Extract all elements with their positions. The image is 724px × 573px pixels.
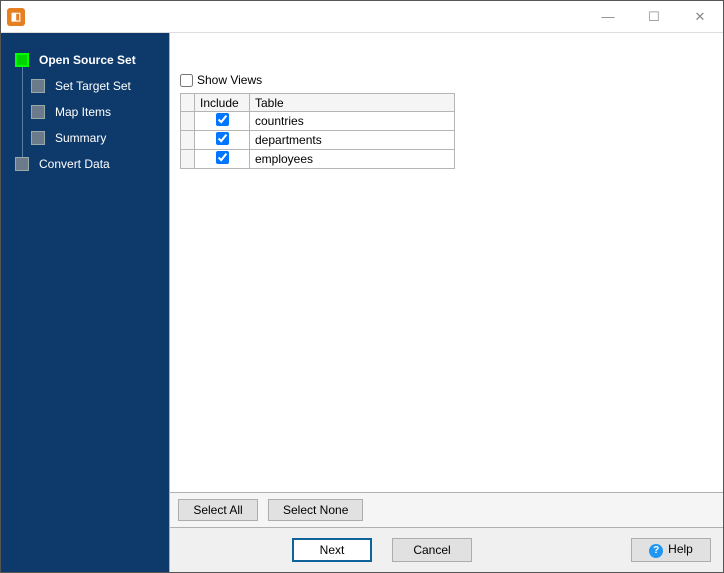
row-header-blank: [181, 94, 195, 112]
minimize-button[interactable]: —: [585, 1, 631, 33]
step-marker-icon: [15, 157, 29, 171]
row-selector[interactable]: [181, 112, 195, 131]
tables-grid: Include Table countries: [180, 93, 455, 169]
table-header-row: Include Table: [181, 94, 455, 112]
col-include: Include: [195, 94, 250, 112]
show-views-input[interactable]: [180, 74, 193, 87]
next-button[interactable]: Next: [292, 538, 372, 562]
include-checkbox[interactable]: [216, 151, 229, 164]
wizard-button-bar: Next Cancel Help: [170, 527, 723, 572]
table-name-cell[interactable]: departments: [250, 131, 455, 150]
step-marker-icon: [31, 131, 45, 145]
step-marker-icon: [15, 53, 29, 67]
main-panel: Show Views Include Table: [169, 33, 723, 572]
step-set-target-set[interactable]: Set Target Set: [1, 73, 169, 99]
spacer: [492, 538, 611, 562]
window-buttons: — ☐ ✕: [585, 1, 723, 33]
table-row: departments: [181, 131, 455, 150]
show-views-checkbox[interactable]: Show Views: [180, 73, 713, 87]
include-cell[interactable]: [195, 150, 250, 169]
select-none-button[interactable]: Select None: [268, 499, 363, 521]
spacer: [182, 538, 272, 562]
table-name-cell[interactable]: employees: [250, 150, 455, 169]
include-checkbox[interactable]: [216, 132, 229, 145]
app-icon: ◧: [7, 8, 25, 26]
step-marker-icon: [31, 105, 45, 119]
step-list: Open Source Set Set Target Set Map Items…: [1, 47, 169, 177]
include-checkbox[interactable]: [216, 113, 229, 126]
selection-bar: Select All Select None: [170, 492, 723, 527]
step-label: Convert Data: [39, 157, 110, 171]
show-views-label: Show Views: [197, 73, 262, 87]
include-cell[interactable]: [195, 131, 250, 150]
step-marker-icon: [31, 79, 45, 93]
body: Open Source Set Set Target Set Map Items…: [1, 33, 723, 572]
select-all-button[interactable]: Select All: [178, 499, 258, 521]
wizard-sidebar: Open Source Set Set Target Set Map Items…: [1, 33, 169, 572]
col-table: Table: [250, 94, 455, 112]
row-selector[interactable]: [181, 150, 195, 169]
include-cell[interactable]: [195, 112, 250, 131]
table-row: employees: [181, 150, 455, 169]
row-selector[interactable]: [181, 131, 195, 150]
wizard-window: ◧ — ☐ ✕ Open Source Set Set Target Set: [0, 0, 724, 573]
cancel-button[interactable]: Cancel: [392, 538, 472, 562]
close-button[interactable]: ✕: [677, 1, 723, 33]
titlebar: ◧ — ☐ ✕: [1, 1, 723, 33]
content-area: Show Views Include Table: [170, 33, 723, 492]
table-name-cell[interactable]: countries: [250, 112, 455, 131]
step-label: Open Source Set: [39, 53, 136, 67]
step-label: Set Target Set: [55, 79, 131, 93]
table-row: countries: [181, 112, 455, 131]
step-label: Summary: [55, 131, 106, 145]
step-convert-data[interactable]: Convert Data: [1, 151, 169, 177]
step-map-items[interactable]: Map Items: [1, 99, 169, 125]
help-button[interactable]: Help: [631, 538, 711, 562]
step-open-source-set[interactable]: Open Source Set: [1, 47, 169, 73]
step-label: Map Items: [55, 105, 111, 119]
step-summary[interactable]: Summary: [1, 125, 169, 151]
maximize-button[interactable]: ☐: [631, 1, 677, 33]
